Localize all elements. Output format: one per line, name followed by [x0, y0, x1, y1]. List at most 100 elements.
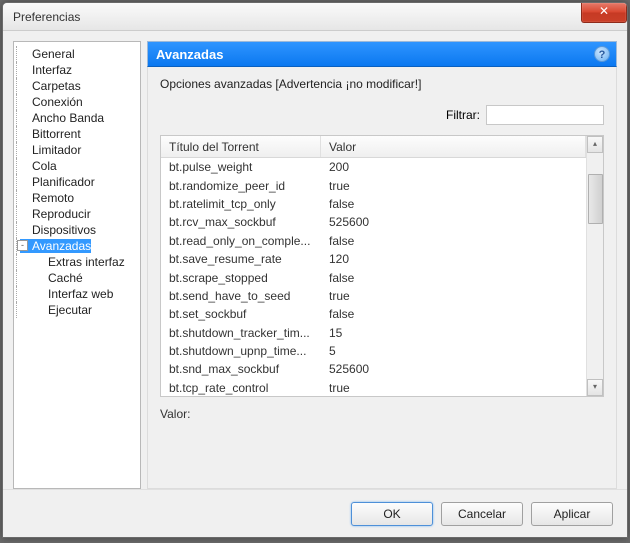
sidebar-item[interactable]: Ancho Banda — [16, 110, 138, 126]
sidebar-item[interactable]: Planificador — [16, 174, 138, 190]
table-row[interactable]: bt.scrape_stoppedfalse — [161, 268, 586, 286]
right-panel: Avanzadas ? Opciones avanzadas [Adverten… — [147, 41, 617, 489]
sidebar-item-label: Limitador — [20, 143, 81, 157]
sidebar-item[interactable]: General — [16, 46, 138, 62]
window-body: General Interfaz Carpetas Conexión Ancho Ban… — [3, 31, 627, 489]
cell-name: bt.shutdown_tracker_tim... — [161, 326, 321, 340]
sidebar-item[interactable]: Cola — [16, 158, 138, 174]
ok-button[interactable]: OK — [351, 502, 433, 526]
cell-name: bt.shutdown_upnp_time... — [161, 344, 321, 358]
sidebar-item[interactable]: Carpetas — [16, 78, 138, 94]
cell-value: 200 — [321, 160, 586, 174]
sidebar-item[interactable]: -Avanzadas — [16, 238, 138, 254]
sidebar-item-label: General — [20, 47, 75, 61]
table-row[interactable]: bt.send_have_to_seedtrue — [161, 287, 586, 305]
cell-name: bt.scrape_stopped — [161, 271, 321, 285]
cell-name: bt.set_sockbuf — [161, 307, 321, 321]
cell-value: true — [321, 289, 586, 303]
filter-label: Filtrar: — [446, 108, 480, 122]
table-row[interactable]: bt.tcp_rate_controltrue — [161, 379, 586, 396]
panel-title: Avanzadas — [156, 47, 223, 62]
table-row[interactable]: bt.shutdown_upnp_time...5 — [161, 342, 586, 360]
sidebar-item-label: Extras interfaz — [20, 255, 125, 269]
sidebar-item[interactable]: Interfaz web — [16, 286, 138, 302]
warning-text: Opciones avanzadas [Advertencia ¡no modi… — [160, 77, 604, 91]
cell-value: 525600 — [321, 362, 586, 376]
close-button[interactable]: ✕ — [581, 3, 627, 23]
tree-expander-icon[interactable]: - — [17, 240, 28, 251]
sidebar-item[interactable]: Remoto — [16, 190, 138, 206]
cell-name: bt.ratelimit_tcp_only — [161, 197, 321, 211]
sidebar-item-label: Cola — [20, 159, 57, 173]
col-value-header[interactable]: Valor — [321, 136, 586, 157]
table-inner: Título del Torrent Valor bt.pulse_weight… — [161, 136, 586, 396]
sidebar-item-label: Caché — [20, 271, 83, 285]
table-row[interactable]: bt.read_only_on_comple...false — [161, 232, 586, 250]
sidebar-item[interactable]: Reproducir — [16, 206, 138, 222]
cell-name: bt.send_have_to_seed — [161, 289, 321, 303]
cell-value: 120 — [321, 252, 586, 266]
titlebar[interactable]: Preferencias ✕ — [3, 3, 627, 31]
cell-name: bt.randomize_peer_id — [161, 179, 321, 193]
cell-value: false — [321, 271, 586, 285]
table-row[interactable]: bt.snd_max_sockbuf525600 — [161, 360, 586, 378]
scrollbar[interactable]: ▴ ▾ — [586, 136, 603, 396]
cell-value: false — [321, 234, 586, 248]
cell-value: false — [321, 197, 586, 211]
cell-name: bt.pulse_weight — [161, 160, 321, 174]
sidebar-item[interactable]: Dispositivos — [16, 222, 138, 238]
cell-value: 525600 — [321, 215, 586, 229]
scroll-down-button[interactable]: ▾ — [587, 379, 603, 396]
footer: OK Cancelar Aplicar — [3, 489, 627, 537]
cell-name: bt.tcp_rate_control — [161, 381, 321, 395]
table-row[interactable]: bt.save_resume_rate120 — [161, 250, 586, 268]
sidebar-item-label: Conexión — [20, 95, 83, 109]
value-label: Valor: — [160, 407, 604, 421]
table-row[interactable]: bt.randomize_peer_idtrue — [161, 176, 586, 194]
sidebar-item-label: Carpetas — [20, 79, 81, 93]
table-row[interactable]: bt.pulse_weight200 — [161, 158, 586, 176]
table-body: bt.pulse_weight200bt.randomize_peer_idtr… — [161, 158, 586, 396]
sidebar-item-label: Avanzadas — [20, 239, 91, 253]
cell-name: bt.save_resume_rate — [161, 252, 321, 266]
table-row[interactable]: bt.shutdown_tracker_tim...15 — [161, 324, 586, 342]
panel-header: Avanzadas ? — [147, 41, 617, 67]
cell-name: bt.read_only_on_comple... — [161, 234, 321, 248]
filter-input[interactable] — [486, 105, 604, 125]
table-row[interactable]: bt.set_sockbuffalse — [161, 305, 586, 323]
scroll-thumb[interactable] — [588, 174, 603, 224]
table-row[interactable]: bt.ratelimit_tcp_onlyfalse — [161, 195, 586, 213]
table-row[interactable]: bt.rcv_max_sockbuf525600 — [161, 213, 586, 231]
sidebar-item-label: Interfaz — [20, 63, 72, 77]
apply-button[interactable]: Aplicar — [531, 502, 613, 526]
sidebar-item-label: Ejecutar — [20, 303, 92, 317]
sidebar-item-label: Dispositivos — [20, 223, 96, 237]
sidebar-item[interactable]: Interfaz — [16, 62, 138, 78]
sidebar-item[interactable]: Conexión — [16, 94, 138, 110]
cell-value: true — [321, 179, 586, 193]
preferences-window: Preferencias ✕ General Interfaz Carpetas Co… — [2, 2, 628, 538]
sidebar-item-label: Remoto — [20, 191, 74, 205]
sidebar-item[interactable]: Ejecutar — [16, 302, 138, 318]
sidebar-item-label: Planificador — [20, 175, 95, 189]
close-icon: ✕ — [599, 4, 609, 18]
sidebar-tree[interactable]: General Interfaz Carpetas Conexión Ancho Ban… — [13, 41, 141, 489]
window-title: Preferencias — [13, 10, 80, 24]
scroll-up-button[interactable]: ▴ — [587, 136, 603, 153]
help-icon[interactable]: ? — [594, 46, 610, 62]
sidebar-item[interactable]: Bittorrent — [16, 126, 138, 142]
sidebar-item[interactable]: Caché — [16, 270, 138, 286]
sidebar-item[interactable]: Limitador — [16, 142, 138, 158]
sidebar-item-label: Bittorrent — [20, 127, 81, 141]
cancel-button[interactable]: Cancelar — [441, 502, 523, 526]
cell-name: bt.snd_max_sockbuf — [161, 362, 321, 376]
sidebar-item[interactable]: Extras interfaz — [16, 254, 138, 270]
cell-value: false — [321, 307, 586, 321]
panel-content: Opciones avanzadas [Advertencia ¡no modi… — [147, 67, 617, 489]
col-name-header[interactable]: Título del Torrent — [161, 136, 321, 157]
table-header: Título del Torrent Valor — [161, 136, 586, 158]
cell-value: true — [321, 381, 586, 395]
cell-name: bt.rcv_max_sockbuf — [161, 215, 321, 229]
sidebar-item-label: Ancho Banda — [20, 111, 104, 125]
cell-value: 5 — [321, 344, 586, 358]
